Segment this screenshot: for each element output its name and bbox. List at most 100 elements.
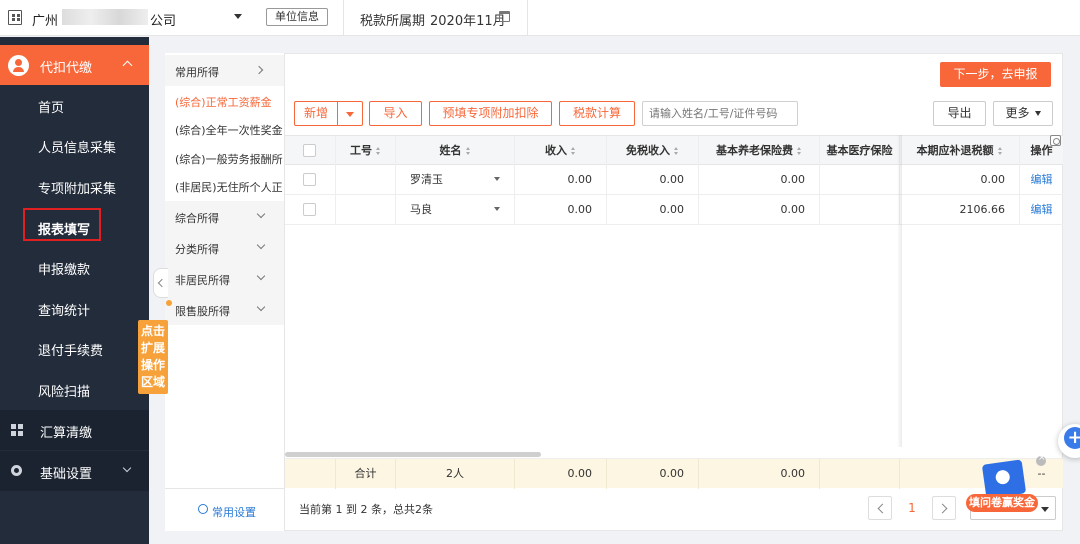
- sidebar: 代扣代缴 首页 人员信息采集 专项附加采集 报表填写 申报缴款 查询统计 退付手…: [0, 37, 149, 544]
- row-select-cell: [285, 165, 336, 195]
- import-button[interactable]: 导入: [369, 101, 422, 126]
- cell-name[interactable]: 马良: [396, 195, 515, 225]
- nav-item-annual-bonus[interactable]: (综合)全年一次性奖金: [175, 122, 283, 138]
- col-header-income[interactable]: 收入: [515, 136, 607, 166]
- sidebar-item-special-deductions[interactable]: 专项附加采集: [0, 166, 149, 206]
- cell-id: [336, 195, 396, 225]
- tax-period-value[interactable]: 2020年11月: [430, 10, 506, 29]
- gear-icon: [198, 504, 208, 514]
- add-dropdown-chevron-down-icon[interactable]: [337, 101, 363, 126]
- sidebar-item-home[interactable]: 首页: [0, 85, 149, 125]
- cell-name[interactable]: 罗清玉: [396, 165, 515, 195]
- col-header-name[interactable]: 姓名: [396, 136, 515, 166]
- person-icon: [8, 55, 29, 76]
- edit-link[interactable]: 编辑: [1020, 165, 1063, 195]
- prefill-deduction-button[interactable]: 预填专项附加扣除: [429, 101, 552, 126]
- unit-info-button[interactable]: 单位信息: [266, 8, 328, 26]
- cell-exempt: 0.00: [607, 165, 699, 195]
- sidebar-item-label: 查询统计: [38, 304, 91, 319]
- nav-group-classified[interactable]: 分类所得: [165, 232, 284, 263]
- org-name-suffix: 公司: [150, 14, 177, 29]
- table-row: 罗清玉 0.00 0.00 0.00 0.00 编辑: [285, 165, 1063, 195]
- table-header: 工号 姓名 收入 免税收入 基本养老保险费 基本医疗保险 本期应补退税额 操作: [285, 135, 1063, 166]
- nav-group-label: 限售股所得: [175, 305, 230, 318]
- sidebar-group-basic-settings[interactable]: 基础设置: [0, 451, 149, 491]
- col-header-pension[interactable]: 基本养老保险费: [699, 136, 820, 166]
- sort-icon: [376, 147, 381, 155]
- select-all-checkbox[interactable]: [303, 144, 316, 157]
- sidebar-item-label: 退付手续费: [38, 344, 104, 359]
- org-name-prefix: 广州: [32, 14, 59, 29]
- pager-summary: 当前第 1 到 2 条，总共2条: [299, 503, 433, 516]
- next-page-chevron-right-icon[interactable]: [932, 496, 956, 520]
- expand-tip-label[interactable]: 点击扩展操作区域: [138, 320, 168, 394]
- chevron-down-icon: [256, 240, 266, 250]
- col-header-exempt[interactable]: 免税收入: [607, 136, 699, 166]
- common-settings-label: 常用设置: [212, 506, 256, 519]
- collapse-nav-chevron-left-icon[interactable]: [153, 268, 168, 298]
- export-button[interactable]: 导出: [933, 101, 986, 126]
- sidebar-item-refund-fee[interactable]: 退付手续费: [0, 328, 149, 368]
- nav-group-common[interactable]: 常用所得: [165, 55, 284, 86]
- row-checkbox[interactable]: [303, 203, 316, 216]
- col-header-tax[interactable]: 本期应补退税额: [900, 136, 1020, 166]
- calendar-icon[interactable]: [499, 11, 510, 22]
- horizontal-scrollbar[interactable]: [285, 452, 541, 457]
- table-total-row: 合计 2人 0.00 0.00 0.00 --: [285, 458, 1063, 489]
- nav-item-regular-salary[interactable]: (综合)正常工资薪金: [175, 94, 283, 110]
- sidebar-group-label: 基础设置: [40, 467, 93, 482]
- close-icon[interactable]: [1036, 453, 1046, 466]
- col-header-medical[interactable]: 基本医疗保险: [820, 136, 900, 166]
- sidebar-item-label: 申报缴款: [38, 263, 91, 278]
- cell-exempt: 0.00: [607, 195, 699, 225]
- total-pension: 0.00: [699, 459, 820, 489]
- col-header-id[interactable]: 工号: [336, 136, 396, 166]
- more-label: 更多: [1005, 106, 1030, 120]
- top-bar: 广州 公司 单位信息 税款所属期 2020年11月: [0, 0, 1080, 36]
- next-declare-button[interactable]: 下一步，去申报: [940, 62, 1051, 87]
- cell-medical: [820, 195, 900, 225]
- nav-group-restricted-stock[interactable]: 限售股所得: [165, 294, 284, 325]
- total-medical: [820, 459, 900, 489]
- chevron-down-icon: [256, 271, 266, 281]
- prev-page-chevron-left-icon[interactable]: [868, 496, 892, 520]
- survey-promo[interactable]: 填问卷赢奖金: [966, 458, 1038, 516]
- row-select-cell: [285, 195, 336, 225]
- divider: [343, 0, 344, 36]
- sidebar-item-label: 首页: [38, 101, 65, 116]
- org-switch-chevron-down-icon[interactable]: [234, 14, 242, 19]
- sidebar-item-declare-pay[interactable]: 申报缴款: [0, 247, 149, 287]
- sidebar-item-query-stats[interactable]: 查询统计: [0, 288, 149, 328]
- tax-calc-button[interactable]: 税款计算: [559, 101, 635, 126]
- cell-tax: 2106.66: [900, 195, 1020, 225]
- sidebar-item-personnel[interactable]: 人员信息采集: [0, 125, 149, 165]
- nav-group-nonresident[interactable]: 非居民所得: [165, 263, 284, 294]
- row-checkbox[interactable]: [303, 173, 316, 186]
- common-settings-link[interactable]: 常用设置: [165, 488, 284, 531]
- sidebar-item-risk-scan[interactable]: 风险扫描: [0, 369, 149, 409]
- column-settings-icon[interactable]: [1050, 135, 1061, 146]
- nav-item-nonresident-salary[interactable]: (非居民)无住所个人正...: [175, 179, 283, 195]
- divider: [527, 0, 528, 36]
- total-exempt: 0.00: [607, 459, 699, 489]
- nav-item-labor-remuneration[interactable]: (综合)一般劳务报酬所...: [175, 151, 283, 167]
- more-button[interactable]: 更多: [993, 101, 1053, 126]
- nav-group-comprehensive[interactable]: 综合所得: [165, 201, 284, 232]
- total-income: 0.00: [515, 459, 607, 489]
- sidebar-section-withholding[interactable]: 代扣代缴: [0, 45, 149, 85]
- fixed-column-shadow: [897, 135, 902, 447]
- chevron-right-icon: [254, 65, 264, 75]
- page-number[interactable]: 1: [900, 496, 924, 520]
- edit-link[interactable]: 编辑: [1020, 195, 1063, 225]
- chevron-up-icon: [122, 60, 133, 71]
- tax-period-label: 税款所属期: [360, 14, 426, 29]
- search-input[interactable]: [642, 101, 798, 126]
- survey-promo-label: 填问卷赢奖金: [966, 494, 1038, 512]
- chevron-down-icon: [494, 207, 500, 211]
- sort-icon: [465, 147, 471, 155]
- cell-medical: [820, 165, 900, 195]
- total-count: 2人: [396, 459, 515, 489]
- add-button[interactable]: 新增: [294, 101, 338, 126]
- sidebar-group-annual-settlement[interactable]: 汇算清缴: [0, 410, 149, 450]
- sidebar-item-label: 人员信息采集: [38, 141, 117, 156]
